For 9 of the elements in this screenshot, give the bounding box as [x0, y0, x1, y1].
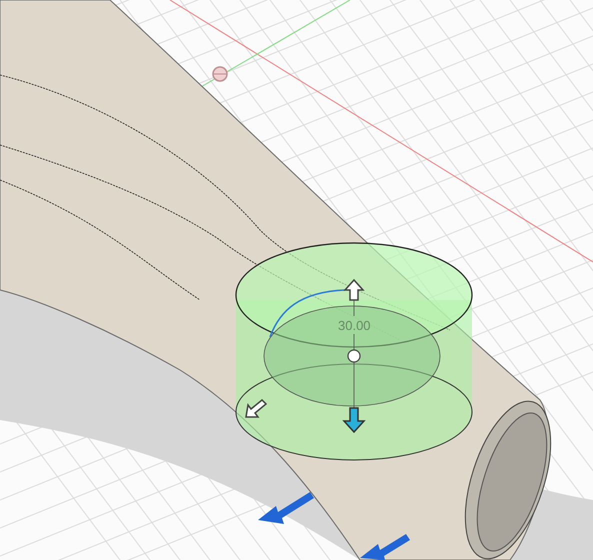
down-arrow-icon[interactable] — [342, 407, 366, 434]
direction-arrow-icon[interactable] — [258, 492, 314, 524]
dimension-label: 30.00 — [338, 318, 371, 333]
up-arrow-icon[interactable] — [343, 278, 365, 301]
diagonal-arrow-icon[interactable] — [245, 398, 268, 418]
origin-icon — [212, 66, 228, 82]
center-point-handle[interactable] — [347, 349, 361, 363]
3d-viewport[interactable]: 30.00 — [0, 0, 593, 560]
direction-arrow-icon[interactable] — [360, 534, 410, 560]
